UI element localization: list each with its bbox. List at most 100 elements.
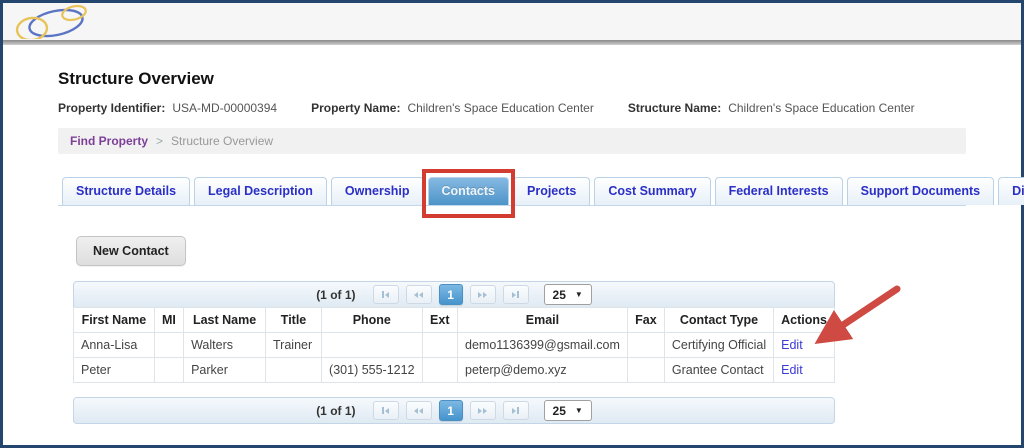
col-actions: Actions bbox=[774, 308, 835, 333]
cell-first-name: Peter bbox=[74, 358, 155, 383]
table-row: Peter Parker (301) 555-1212 peterp@demo.… bbox=[74, 358, 835, 383]
col-email: Email bbox=[458, 308, 628, 333]
first-page-button[interactable] bbox=[373, 285, 399, 304]
col-fax: Fax bbox=[627, 308, 664, 333]
next-page-icon-2 bbox=[483, 408, 487, 414]
property-identifier-value: USA-MD-00000394 bbox=[172, 101, 277, 115]
property-info-row: Property Identifier: USA-MD-00000394 Pro… bbox=[58, 101, 966, 115]
structure-name: Structure Name: Children's Space Educati… bbox=[628, 101, 915, 115]
last-page-icon-arrow bbox=[512, 292, 516, 298]
cell-first-name: Anna-Lisa bbox=[74, 333, 155, 358]
last-page-icon-arrow bbox=[512, 408, 516, 414]
current-page-button[interactable]: 1 bbox=[439, 400, 463, 421]
property-identifier-label: Property Identifier: bbox=[58, 101, 165, 115]
tab-contacts-label: Contacts bbox=[442, 184, 495, 198]
property-name-value: Children's Space Education Center bbox=[407, 101, 593, 115]
rows-per-page-value: 25 bbox=[553, 288, 566, 302]
next-page-icon bbox=[478, 292, 482, 298]
next-page-icon-2 bbox=[483, 292, 487, 298]
current-page-button[interactable]: 1 bbox=[439, 284, 463, 305]
first-page-icon-arrow bbox=[385, 292, 389, 298]
structure-name-value: Children's Space Education Center bbox=[728, 101, 914, 115]
edit-link-row-2[interactable]: Edit bbox=[781, 363, 803, 377]
col-ext: Ext bbox=[422, 308, 457, 333]
cell-email: demo1136399@gsmail.com bbox=[458, 333, 628, 358]
cell-contact-type: Grantee Contact bbox=[664, 358, 773, 383]
col-first-name: First Name bbox=[74, 308, 155, 333]
last-page-icon bbox=[517, 407, 519, 414]
cell-email: peterp@demo.xyz bbox=[458, 358, 628, 383]
last-page-button[interactable] bbox=[503, 401, 529, 420]
paginator-status: (1 of 1) bbox=[316, 288, 355, 302]
tab-ownership[interactable]: Ownership bbox=[331, 177, 424, 205]
rows-per-page-select[interactable]: 25 ▼ bbox=[544, 284, 592, 305]
tab-support-documents[interactable]: Support Documents bbox=[847, 177, 994, 205]
edit-link-row-1[interactable]: Edit bbox=[781, 338, 803, 352]
structure-overview-page: { "page": { "title": "Structure Overview… bbox=[0, 0, 1024, 448]
cell-contact-type: Certifying Official bbox=[664, 333, 773, 358]
page-title: Structure Overview bbox=[58, 69, 966, 89]
dropdown-arrow-icon: ▼ bbox=[575, 290, 583, 299]
tab-federal-interests[interactable]: Federal Interests bbox=[715, 177, 843, 205]
cell-ext bbox=[422, 358, 457, 383]
col-last-name: Last Name bbox=[184, 308, 266, 333]
tab-cost-summary[interactable]: Cost Summary bbox=[594, 177, 710, 205]
cell-phone bbox=[322, 333, 422, 358]
col-title: Title bbox=[266, 308, 322, 333]
first-page-icon-arrow bbox=[385, 408, 389, 414]
property-name: Property Name: Children's Space Educatio… bbox=[311, 101, 594, 115]
cell-title: Trainer bbox=[266, 333, 322, 358]
previous-page-button[interactable] bbox=[406, 401, 432, 420]
new-contact-button[interactable]: New Contact bbox=[76, 236, 186, 266]
structure-name-label: Structure Name: bbox=[628, 101, 721, 115]
table-row: Anna-Lisa Walters Trainer demo1136399@gs… bbox=[74, 333, 835, 358]
app-logo-icon bbox=[11, 5, 91, 39]
app-banner bbox=[3, 3, 1021, 40]
contacts-panel: New Contact (1 of 1) 1 25 bbox=[58, 236, 966, 424]
paginator-top: (1 of 1) 1 25 ▼ bbox=[73, 281, 835, 308]
cell-mi bbox=[154, 358, 183, 383]
previous-page-icon-2 bbox=[419, 408, 423, 414]
rows-per-page-value: 25 bbox=[553, 404, 566, 418]
tab-projects[interactable]: Projects bbox=[513, 177, 590, 205]
tab-legal-description[interactable]: Legal Description bbox=[194, 177, 327, 205]
first-page-icon bbox=[382, 291, 384, 298]
cell-ext bbox=[422, 333, 457, 358]
first-page-icon bbox=[382, 407, 384, 414]
previous-page-button[interactable] bbox=[406, 285, 432, 304]
contacts-grid: (1 of 1) 1 25 ▼ bbox=[73, 281, 835, 424]
property-name-label: Property Name: bbox=[311, 101, 400, 115]
cell-mi bbox=[154, 333, 183, 358]
breadcrumb-link-find-property[interactable]: Find Property bbox=[70, 134, 148, 148]
paginator-status: (1 of 1) bbox=[316, 404, 355, 418]
cell-phone: (301) 555-1212 bbox=[322, 358, 422, 383]
previous-page-icon bbox=[414, 292, 418, 298]
col-contact-type: Contact Type bbox=[664, 308, 773, 333]
previous-page-icon bbox=[414, 408, 418, 414]
cell-last-name: Parker bbox=[184, 358, 266, 383]
next-page-icon bbox=[478, 408, 482, 414]
col-phone: Phone bbox=[322, 308, 422, 333]
rows-per-page-select[interactable]: 25 ▼ bbox=[544, 400, 592, 421]
breadcrumb-current: Structure Overview bbox=[171, 134, 273, 148]
banner-divider bbox=[3, 40, 1021, 45]
cell-fax bbox=[627, 333, 664, 358]
table-header-row: First Name MI Last Name Title Phone Ext … bbox=[74, 308, 835, 333]
tab-dispositions[interactable]: Dispositions bbox=[998, 177, 1024, 205]
contacts-table: First Name MI Last Name Title Phone Ext … bbox=[73, 307, 835, 383]
next-page-button[interactable] bbox=[470, 285, 496, 304]
last-page-button[interactable] bbox=[503, 285, 529, 304]
breadcrumb-separator: > bbox=[156, 134, 163, 148]
tab-structure-details[interactable]: Structure Details bbox=[62, 177, 190, 205]
col-mi: MI bbox=[154, 308, 183, 333]
paginator-bottom: (1 of 1) 1 25 ▼ bbox=[73, 397, 835, 424]
tab-contacts[interactable]: Contacts bbox=[428, 177, 509, 205]
previous-page-icon-2 bbox=[419, 292, 423, 298]
first-page-button[interactable] bbox=[373, 401, 399, 420]
next-page-button[interactable] bbox=[470, 401, 496, 420]
dropdown-arrow-icon: ▼ bbox=[575, 406, 583, 415]
property-identifier: Property Identifier: USA-MD-00000394 bbox=[58, 101, 277, 115]
last-page-icon bbox=[517, 291, 519, 298]
cell-title bbox=[266, 358, 322, 383]
cell-last-name: Walters bbox=[184, 333, 266, 358]
